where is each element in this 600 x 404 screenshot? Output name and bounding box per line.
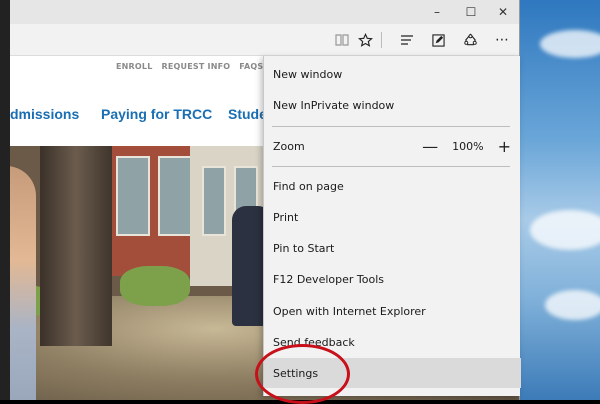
- zoom-out-button[interactable]: —: [422, 137, 438, 156]
- minimize-button[interactable]: –: [420, 0, 454, 24]
- close-icon: ✕: [497, 5, 509, 19]
- window-left-edge: [0, 0, 10, 400]
- share-button[interactable]: [456, 24, 484, 56]
- zoom-level: 100%: [452, 139, 484, 153]
- title-bar: – ☐ ✕: [10, 0, 519, 24]
- menu-item-new-inprivate-window[interactable]: New InPrivate window: [264, 90, 521, 120]
- menu-item-label: F12 Developer Tools: [273, 272, 384, 286]
- bush: [120, 266, 190, 306]
- menu-item-label: Print: [273, 210, 299, 224]
- menu-item-label: Open with Internet Explorer: [273, 304, 426, 318]
- menu-item-label: Pin to Start: [273, 241, 335, 255]
- util-link-faqs[interactable]: FAQS: [239, 62, 263, 71]
- minimize-icon: –: [434, 5, 440, 19]
- maximize-button[interactable]: ☐: [454, 0, 488, 24]
- utility-nav: ENROLL REQUEST INFO FAQS D: [116, 62, 285, 71]
- person: [10, 166, 36, 400]
- zoom-in-button[interactable]: +: [498, 137, 511, 156]
- favorite-button[interactable]: [351, 24, 379, 56]
- cloud: [530, 210, 600, 250]
- menu-separator: [272, 126, 510, 127]
- util-link-enroll[interactable]: ENROLL: [116, 62, 153, 71]
- menu-item-new-window[interactable]: New window: [264, 59, 521, 89]
- more-button[interactable]: ⋯: [488, 24, 516, 56]
- browser-toolbar: ⋯: [10, 24, 519, 56]
- nav-admissions[interactable]: dmissions: [10, 106, 79, 122]
- hub-icon: [401, 35, 413, 45]
- web-note-icon: [431, 33, 445, 47]
- menu-item-pin-to-start[interactable]: Pin to Start: [264, 233, 521, 263]
- maximize-icon: ☐: [465, 5, 477, 19]
- settings-highlight-ring: [255, 344, 350, 404]
- hub-button[interactable]: [393, 24, 421, 56]
- menu-item-print[interactable]: Print: [264, 202, 521, 232]
- zoom-controls: — 100% +: [422, 131, 511, 161]
- menu-item-find-on-page[interactable]: Find on page: [264, 171, 521, 201]
- toolbar-separator: [381, 32, 382, 48]
- util-link-request-info[interactable]: REQUEST INFO: [162, 62, 231, 71]
- nav-paying-for-trcc[interactable]: Paying for TRCC: [101, 106, 212, 122]
- nav-students[interactable]: Stude: [228, 106, 267, 122]
- tree-trunk: [40, 146, 112, 346]
- cloud: [545, 290, 600, 320]
- zoom-label: Zoom: [273, 139, 305, 153]
- menu-item-label: Find on page: [273, 179, 344, 193]
- reading-view-icon: [335, 34, 349, 46]
- menu-item-f12-developer-tools[interactable]: F12 Developer Tools: [264, 264, 521, 294]
- menu-item-zoom: Zoom — 100% +: [264, 131, 521, 161]
- menu-item-label: New window: [273, 67, 343, 81]
- more-icon: ⋯: [495, 32, 509, 48]
- menu-item-open-with-ie[interactable]: Open with Internet Explorer: [264, 296, 521, 326]
- brick-building: [110, 146, 200, 276]
- menu-separator: [272, 166, 510, 167]
- favorite-star-icon: [357, 32, 373, 47]
- menu-item-label: New InPrivate window: [273, 98, 395, 112]
- close-button[interactable]: ✕: [486, 0, 519, 24]
- cloud: [540, 30, 600, 58]
- web-note-button[interactable]: [424, 24, 452, 56]
- share-icon: [463, 33, 477, 46]
